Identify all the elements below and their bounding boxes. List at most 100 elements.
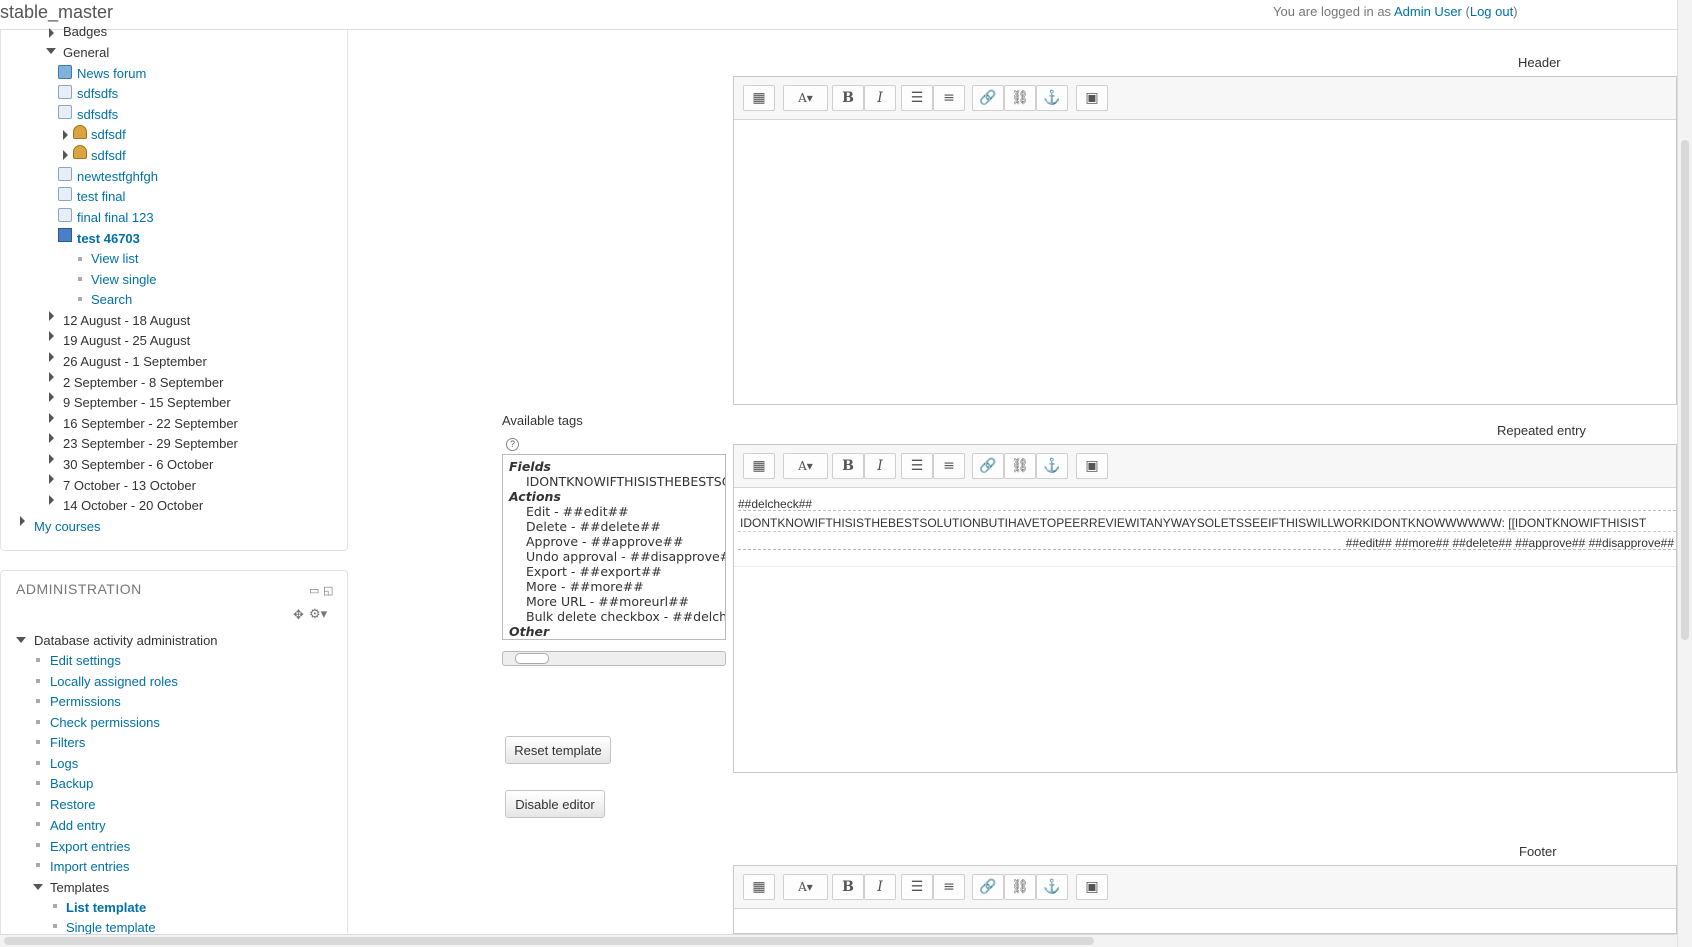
nav-week[interactable]: 30 September - 6 October	[63, 455, 213, 475]
reset-template-button[interactable]: Reset template	[505, 736, 611, 764]
italic-icon[interactable]: I	[864, 453, 896, 479]
nav-item-test-46703[interactable]: test 46703	[77, 229, 140, 249]
nav-week[interactable]: 14 October - 20 October	[63, 496, 203, 516]
admin-link-restore[interactable]: Restore	[50, 795, 96, 815]
move-icon[interactable]: ✥	[293, 607, 304, 623]
dock-block-icon[interactable]: ▭	[309, 584, 319, 597]
header-editor-content[interactable]	[734, 120, 1676, 404]
admin-link-import-entries[interactable]: Import entries	[50, 857, 129, 877]
toolbar-toggle-icon[interactable]: ▦	[743, 453, 775, 479]
admin-link-permissions[interactable]: Permissions	[50, 692, 121, 712]
bullet-list-icon[interactable]: ☰	[901, 874, 933, 900]
page-horizontal-scrollbar[interactable]	[0, 934, 1677, 947]
nav-week[interactable]: 19 August - 25 August	[63, 331, 190, 351]
tag-action-item[interactable]: Undo approval - ##disapprove##	[526, 549, 725, 564]
admin-link-check-permissions[interactable]: Check permissions	[50, 713, 160, 733]
week-expand-icon[interactable]	[49, 372, 54, 382]
expand-icon[interactable]	[63, 130, 68, 140]
tag-action-item[interactable]: More - ##more##	[526, 579, 644, 594]
week-expand-icon[interactable]	[49, 331, 54, 341]
week-expand-icon[interactable]	[49, 311, 54, 321]
scroll-thumb[interactable]	[1681, 140, 1689, 640]
expand-icon[interactable]	[63, 150, 68, 160]
nav-item-sdfsdfs-2[interactable]: sdfsdfs	[77, 105, 118, 125]
nav-week[interactable]: 2 September - 8 September	[63, 373, 223, 393]
font-size-icon[interactable]: A▾	[783, 85, 828, 111]
numbered-list-icon[interactable]: ≡	[933, 453, 965, 479]
admin-section-title[interactable]: Database activity administration	[34, 631, 218, 651]
tag-action-item[interactable]: Edit - ##edit##	[526, 504, 629, 519]
week-expand-icon[interactable]	[49, 474, 54, 484]
admin-link-export-entries[interactable]: Export entries	[50, 837, 130, 857]
nav-sub-view-list[interactable]: View list	[91, 249, 138, 269]
admin-link-logs[interactable]: Logs	[50, 754, 78, 774]
page-vertical-scrollbar[interactable]	[1677, 0, 1692, 947]
nav-sub-search[interactable]: Search	[91, 290, 132, 310]
link-icon[interactable]: 🔗	[972, 453, 1004, 479]
nav-item-test-final[interactable]: test final	[77, 187, 125, 207]
image-icon[interactable]: ▣	[1076, 453, 1108, 479]
scroll-thumb[interactable]	[515, 653, 549, 664]
image-icon[interactable]: ▣	[1076, 85, 1108, 111]
font-size-icon[interactable]: A▾	[783, 453, 828, 479]
nav-week[interactable]: 16 September - 22 September	[63, 414, 238, 434]
header-editor[interactable]: ▦ A▾ B I ☰ ≡ 🔗 ⛓ ⚓ ▣	[733, 76, 1677, 405]
admin-link-add-entry[interactable]: Add entry	[50, 816, 106, 836]
nav-badges[interactable]: Badges	[63, 22, 107, 42]
tag-field-item[interactable]: IDONTKNOWIFTHISISTHEBESTSOL	[526, 474, 725, 489]
unlink-icon[interactable]: ⛓	[1004, 453, 1036, 479]
bold-icon[interactable]: B	[832, 874, 864, 900]
admin-link-list-template[interactable]: List template	[66, 898, 146, 918]
nav-item-sdfsdf-2[interactable]: sdfsdf	[91, 146, 126, 166]
nav-item-news-forum[interactable]: News forum	[77, 64, 146, 84]
nav-item-newtestfghfgh[interactable]: newtestfghfgh	[77, 167, 158, 187]
templates-collapse-icon[interactable]	[33, 884, 43, 890]
image-icon[interactable]: ▣	[1076, 874, 1108, 900]
tag-action-item[interactable]: Delete - ##delete##	[526, 519, 661, 534]
general-collapse-icon[interactable]	[46, 48, 56, 54]
week-expand-icon[interactable]	[49, 352, 54, 362]
nav-my-courses[interactable]: My courses	[34, 517, 100, 537]
bullet-list-icon[interactable]: ☰	[901, 453, 933, 479]
week-expand-icon[interactable]	[49, 495, 54, 505]
repeated-entry-editor[interactable]: ▦ A▾ B I ☰ ≡ 🔗 ⛓ ⚓ ▣ ##delcheck## IDONTK…	[733, 444, 1677, 773]
nav-week[interactable]: 26 August - 1 September	[63, 352, 207, 372]
link-icon[interactable]: 🔗	[972, 85, 1004, 111]
anchor-icon[interactable]: ⚓	[1036, 85, 1068, 111]
badges-expand-icon[interactable]	[49, 28, 54, 38]
tag-action-item[interactable]: More URL - ##moreurl##	[526, 594, 689, 609]
week-expand-icon[interactable]	[49, 392, 54, 402]
section-collapse-icon[interactable]	[16, 637, 26, 643]
minimize-block-icon[interactable]: ◱	[323, 584, 333, 597]
nav-week[interactable]: 12 August - 18 August	[63, 311, 190, 331]
bold-icon[interactable]: B	[832, 453, 864, 479]
italic-icon[interactable]: I	[864, 85, 896, 111]
admin-link-edit-settings[interactable]: Edit settings	[50, 651, 121, 671]
bullet-list-icon[interactable]: ☰	[901, 85, 933, 111]
numbered-list-icon[interactable]: ≡	[933, 874, 965, 900]
admin-link-filters[interactable]: Filters	[50, 733, 85, 753]
disable-editor-button[interactable]: Disable editor	[505, 790, 605, 818]
unlink-icon[interactable]: ⛓	[1004, 85, 1036, 111]
site-name[interactable]: stable_master	[0, 2, 113, 23]
nav-sub-view-single[interactable]: View single	[91, 270, 157, 290]
nav-general[interactable]: General	[63, 43, 109, 63]
available-tags-list[interactable]: Fields IDONTKNOWIFTHISISTHEBESTSOL Actio…	[502, 454, 726, 640]
nav-item-sdfsdfs-1[interactable]: sdfsdfs	[77, 84, 118, 104]
help-icon[interactable]: ?	[506, 438, 519, 451]
font-size-icon[interactable]: A▾	[783, 874, 828, 900]
nav-week[interactable]: 23 September - 29 September	[63, 434, 238, 454]
week-expand-icon[interactable]	[49, 413, 54, 423]
anchor-icon[interactable]: ⚓	[1036, 874, 1068, 900]
week-expand-icon[interactable]	[49, 433, 54, 443]
toolbar-toggle-icon[interactable]: ▦	[743, 85, 775, 111]
repeated-entry-content[interactable]: ##delcheck## IDONTKNOWIFTHISISTHEBESTSOL…	[734, 488, 1676, 772]
tag-action-item[interactable]: Export - ##export##	[526, 564, 662, 579]
admin-link-roles[interactable]: Locally assigned roles	[50, 672, 178, 692]
user-profile-link[interactable]: Admin User	[1394, 4, 1462, 19]
numbered-list-icon[interactable]: ≡	[933, 85, 965, 111]
footer-editor[interactable]: ▦ A▾ B I ☰ ≡ 🔗 ⛓ ⚓ ▣	[733, 865, 1677, 934]
nav-week[interactable]: 9 September - 15 September	[63, 393, 231, 413]
admin-templates[interactable]: Templates	[50, 878, 109, 898]
italic-icon[interactable]: I	[864, 874, 896, 900]
